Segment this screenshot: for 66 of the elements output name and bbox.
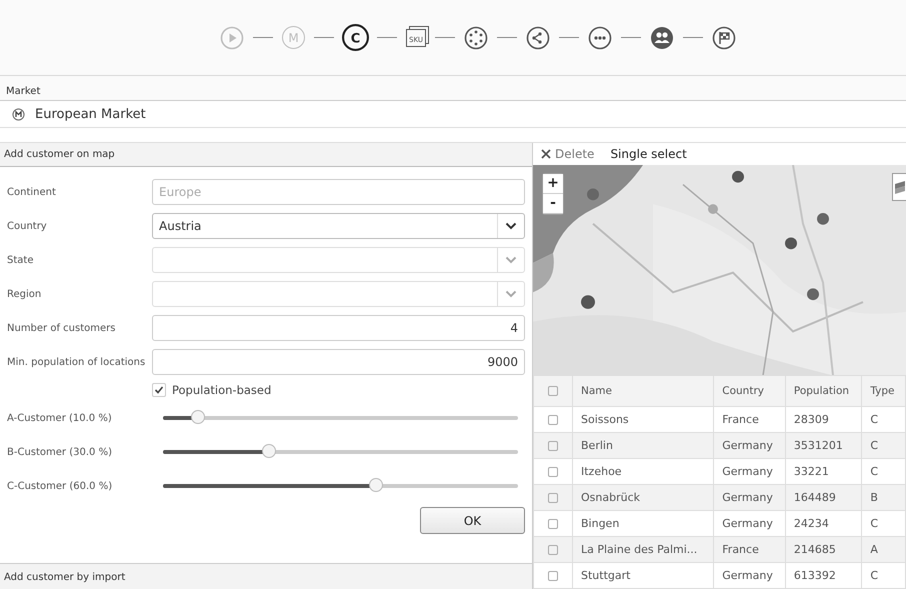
field-label: Region xyxy=(7,288,42,300)
table-cell: 164489 xyxy=(785,484,862,510)
table-cell: La Plaine des Palmi... xyxy=(572,536,714,562)
field-label: Country xyxy=(7,220,48,232)
ok-button[interactable]: OK xyxy=(420,507,525,534)
checkbox[interactable] xyxy=(548,440,558,451)
layers-icon xyxy=(894,180,904,194)
table-cell: C xyxy=(862,432,906,458)
play-icon[interactable] xyxy=(220,26,244,50)
delete-button[interactable]: Delete xyxy=(541,146,594,161)
field-label: Number of customers xyxy=(7,322,116,334)
checkbox[interactable] xyxy=(548,544,558,555)
table-cell: Germany xyxy=(714,562,786,588)
checkbox[interactable] xyxy=(152,383,166,397)
table-cell: Osnabrück xyxy=(572,484,714,510)
ellipsis-icon[interactable] xyxy=(588,26,612,50)
checkbox[interactable] xyxy=(548,492,558,503)
table-cell: 214685 xyxy=(785,536,862,562)
input-field[interactable]: Europe xyxy=(152,179,525,205)
input-field[interactable]: 9000 xyxy=(152,349,525,375)
column-header[interactable]: Country xyxy=(714,376,786,406)
checkbox[interactable] xyxy=(548,414,558,425)
section-label: Market xyxy=(0,76,906,101)
layers-button[interactable] xyxy=(892,172,906,201)
field-label: Continent xyxy=(7,186,57,198)
table-cell: Stuttgart xyxy=(572,562,714,588)
table-cell: Germany xyxy=(714,484,786,510)
dotted-circle-icon[interactable] xyxy=(464,26,488,50)
checkbox[interactable] xyxy=(548,386,558,396)
dropdown-field[interactable]: Austria xyxy=(152,213,525,239)
chevron-icon xyxy=(505,290,517,298)
market-icon xyxy=(12,108,25,120)
network-icon[interactable] xyxy=(526,26,550,50)
column-header[interactable]: Population xyxy=(785,376,862,406)
table-cell: A xyxy=(862,536,906,562)
people-icon[interactable] xyxy=(650,26,674,50)
close-icon xyxy=(541,148,551,159)
table-cell: France xyxy=(714,536,786,562)
table-cell: Berlin xyxy=(572,432,714,458)
checkbox-label: Population-based xyxy=(172,383,272,397)
checkbox[interactable] xyxy=(548,570,558,581)
table-cell: B xyxy=(862,484,906,510)
checkbox[interactable] xyxy=(548,466,558,477)
field-label: State xyxy=(7,254,34,266)
table-cell: Germany xyxy=(714,432,786,458)
input-field[interactable]: 4 xyxy=(152,315,525,341)
column-header[interactable]: Name xyxy=(572,376,714,406)
single-select-button[interactable]: Single select xyxy=(610,146,687,161)
chevron-icon xyxy=(505,256,517,264)
slider-label: C-Customer (60.0 %) xyxy=(7,480,114,492)
table-cell: 3531201 xyxy=(785,432,862,458)
panel-header: Add customer on map xyxy=(0,143,532,167)
slider-label: B-Customer (30.0 %) xyxy=(7,446,113,458)
column-header[interactable]: Type xyxy=(862,376,906,406)
panel-header: Add customer by import xyxy=(0,563,532,589)
slider-label: A-Customer (10.0 %) xyxy=(7,412,113,424)
zoom-in-button[interactable]: + xyxy=(543,174,563,194)
table-cell: C xyxy=(862,562,906,588)
check-icon xyxy=(154,385,164,395)
table-cell: 613392 xyxy=(785,562,862,588)
flag-icon[interactable] xyxy=(712,26,736,50)
step-letter-icon[interactable]: C xyxy=(342,24,369,51)
checkbox[interactable] xyxy=(548,518,558,529)
market-name: European Market xyxy=(35,106,146,122)
field-label: Min. population of locations xyxy=(7,356,146,368)
chevron-icon xyxy=(505,222,517,230)
